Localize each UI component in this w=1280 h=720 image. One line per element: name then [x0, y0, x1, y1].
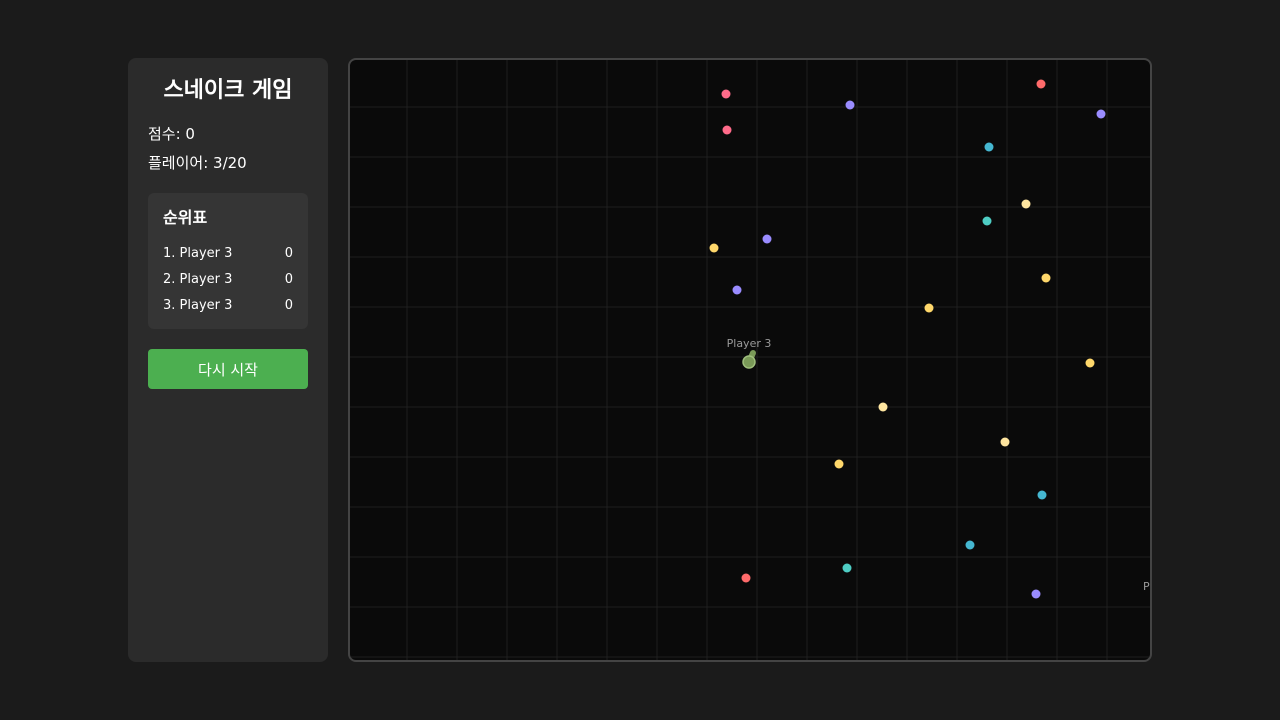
food-pellet: [965, 540, 975, 550]
leaderboard-row: 1. Player 3 0: [163, 241, 293, 267]
player-label: Player 3: [727, 337, 772, 350]
food-pellet: [722, 125, 732, 135]
leaderboard: 순위표 1. Player 3 0 2. Player 3 0 3. Playe…: [148, 193, 308, 329]
score-text: 점수: 0: [148, 125, 195, 143]
leaderboard-player-name: 3. Player 3: [163, 298, 233, 313]
food-pellet: [1037, 490, 1047, 500]
food-pellet: [924, 303, 934, 313]
restart-button[interactable]: 다시 시작: [148, 349, 308, 389]
food-pellet: [982, 216, 992, 226]
players-text: 플레이어: 3/20: [148, 154, 247, 172]
food-pellet: [1000, 437, 1010, 447]
food-pellet: [984, 142, 994, 152]
food-pellet: [709, 243, 719, 253]
game-canvas[interactable]: Player 3 P: [350, 60, 1150, 660]
offscreen-player-label: P: [1143, 580, 1150, 593]
food-pellet: [1041, 273, 1051, 283]
leaderboard-player-score: 0: [284, 272, 293, 287]
game-title: 스네이크 게임: [163, 78, 293, 103]
food-pellet: [732, 285, 742, 295]
snake-head: [742, 355, 756, 369]
leaderboard-title: 순위표: [163, 208, 208, 227]
food-pellet: [762, 234, 772, 244]
food-pellet: [721, 89, 731, 99]
leaderboard-player-name: 2. Player 3: [163, 272, 233, 287]
food-pellet: [1031, 589, 1041, 599]
food-pellet: [842, 563, 852, 573]
food-pellet: [741, 573, 751, 583]
leaderboard-row: 2. Player 3 0: [163, 267, 293, 293]
food-pellet: [1096, 109, 1106, 119]
leaderboard-list: 1. Player 3 0 2. Player 3 0 3. Player 3 …: [163, 241, 293, 319]
food-pellet: [878, 402, 888, 412]
food-pellet: [1085, 358, 1095, 368]
game-board[interactable]: Player 3 P: [348, 58, 1152, 662]
leaderboard-player-score: 0: [284, 298, 293, 313]
food-pellet: [845, 100, 855, 110]
food-pellet: [834, 459, 844, 469]
food-pellet: [1036, 79, 1046, 89]
leaderboard-player-name: 1. Player 3: [163, 246, 233, 261]
sidebar: 스네이크 게임 점수: 0 플레이어: 3/20 순위표 1. Player 3…: [128, 58, 328, 662]
leaderboard-player-score: 0: [284, 246, 293, 261]
player-snake: Player 3: [727, 337, 772, 369]
leaderboard-row: 3. Player 3 0: [163, 293, 293, 319]
food-pellet: [1021, 199, 1031, 209]
